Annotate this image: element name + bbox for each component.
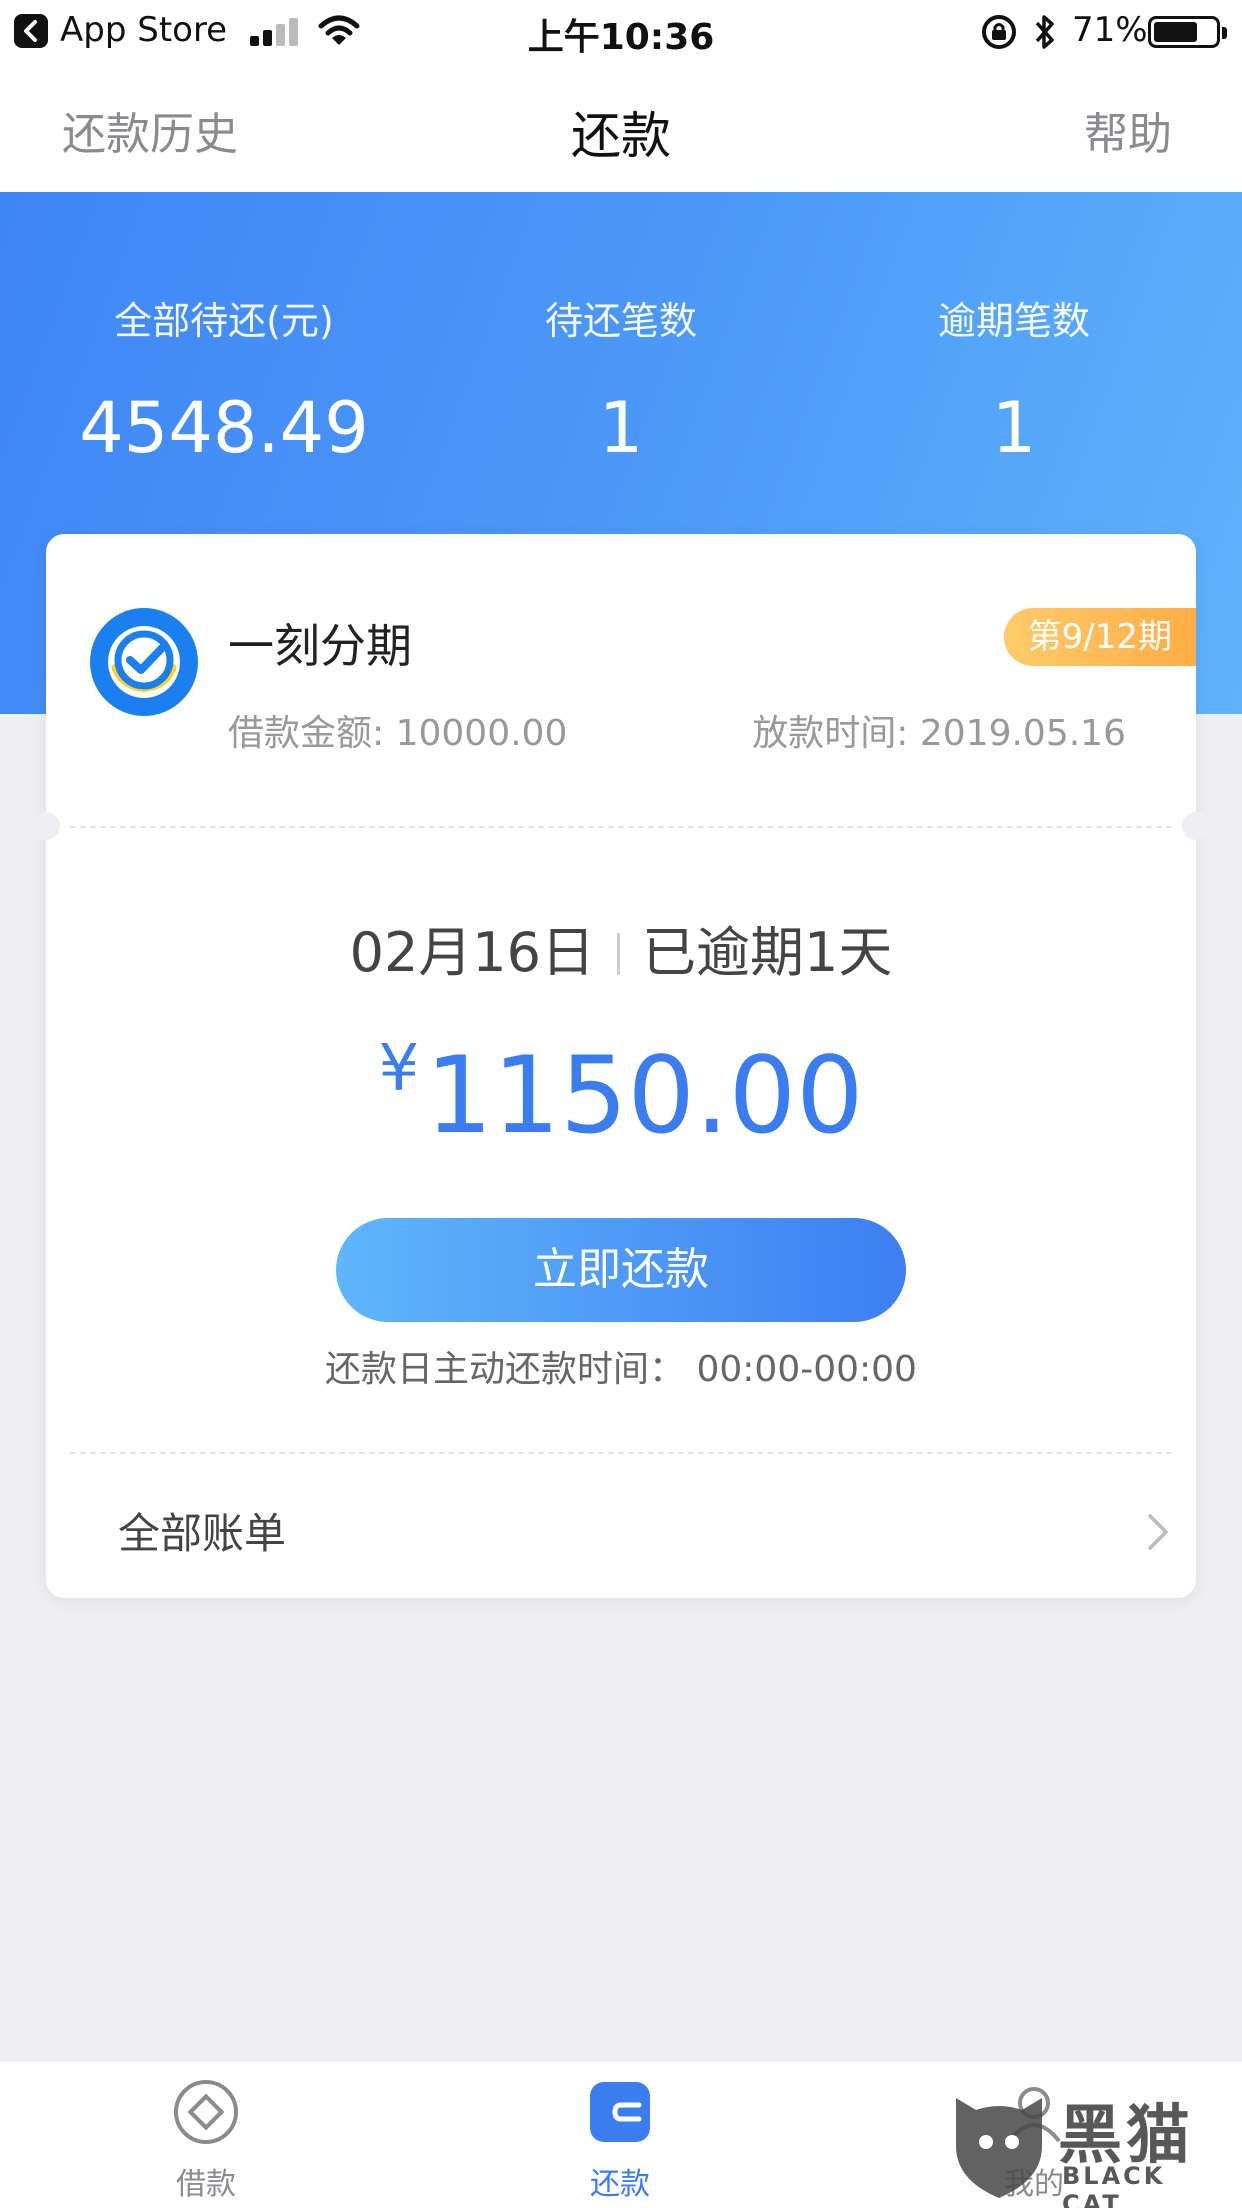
all-bills-label: 全部账单 [118,1509,287,1558]
due-info: 02月16日 已逾期1天 [46,908,1196,987]
due-amount: ¥1150.00 [46,1032,1196,1157]
overdue-count-label: 逾期笔数 [937,299,1090,343]
black-cat-logo-icon [956,2098,1042,2198]
navigation-bar: 还款历史 还款 帮助 [0,64,1242,192]
loan-amount: 借款金额: 10000.00 [228,713,568,754]
period-badge: 第9/12期 [1003,608,1196,666]
pending-count-value: 1 [598,387,644,469]
all-bills-row[interactable]: 全部账单 [46,1466,1196,1598]
battery-icon [1148,16,1227,48]
page-title: 还款 [571,107,671,165]
overdue-count-stat: 逾期笔数 1 [814,290,1214,469]
chevron-right-icon [1148,1514,1168,1550]
product-logo-icon [90,608,198,716]
watermark-subtext: BLACK CAT [1062,2162,1166,2208]
status-bar: App Store 上午10:36 71% [0,0,1242,64]
divider [70,826,1172,828]
separator [617,933,621,975]
card-notch-right [1182,812,1210,840]
total-due-label: 全部待还(元) [114,299,334,343]
due-date: 02月16日 [349,921,596,984]
pay-now-button[interactable]: 立即还款 [336,1218,906,1322]
repay-icon [590,2082,650,2142]
tab-loan[interactable]: 借款 [106,2079,306,2203]
currency-symbol: ¥ [378,1032,420,1106]
card-notch-left [32,812,60,840]
pending-count-stat: 待还笔数 1 [421,290,821,469]
amount-value: 1150.00 [425,1034,864,1157]
watermark: 黑猫 BLACK CAT [946,2082,1236,2208]
loan-icon [174,2080,238,2144]
divider [70,1452,1172,1454]
tab-loan-label: 借款 [176,2167,236,2202]
disburse-date: 放款时间: 2019.05.16 [752,713,1126,754]
rotation-lock-icon [982,15,1016,49]
repayment-time-hint: 还款日主动还款时间： 00:00-00:00 [325,1349,917,1390]
help-link[interactable]: 帮助 [1084,98,1172,162]
product-name: 一刻分期 [228,619,412,673]
tab-repay[interactable]: 还款 [520,2079,720,2203]
tab-repay-label: 还款 [590,2167,650,2202]
total-due-value: 4548.49 [79,387,369,469]
bluetooth-icon [1035,15,1054,49]
pending-count-label: 待还笔数 [544,299,697,343]
loan-card: 一刻分期 第9/12期 借款金额: 10000.00 放款时间: 2019.05… [32,534,1210,1598]
overdue-status: 已逾期1天 [642,921,893,984]
overdue-count-value: 1 [991,387,1037,469]
total-due-stat: 全部待还(元) 4548.49 [24,290,424,469]
battery-percent: 71% [1072,10,1148,50]
